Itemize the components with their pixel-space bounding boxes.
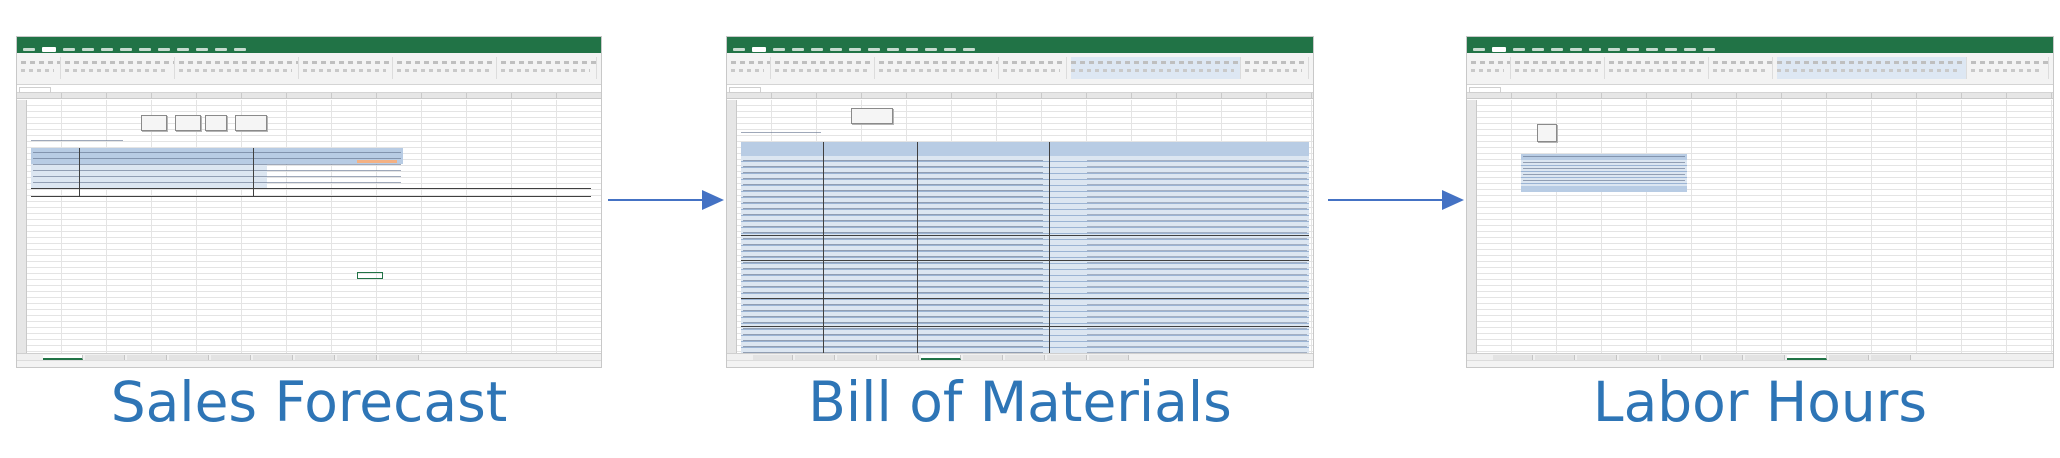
formula-bar bbox=[727, 85, 1313, 93]
sales-forecast-screenshot bbox=[16, 36, 602, 368]
sheet-button bbox=[1537, 124, 1557, 142]
worksheet-grid bbox=[17, 100, 601, 354]
sheet-button bbox=[851, 108, 893, 124]
ribbon-tabs bbox=[727, 46, 1313, 53]
sheet-button bbox=[141, 115, 167, 131]
excel-title-bar bbox=[1467, 37, 2053, 46]
right-arrow-icon bbox=[1328, 190, 1464, 210]
formula-bar bbox=[17, 85, 601, 93]
ribbon bbox=[17, 53, 601, 85]
status-bar bbox=[1467, 360, 2053, 367]
status-bar bbox=[727, 360, 1313, 367]
group-separator bbox=[741, 235, 1309, 236]
sheet-button bbox=[205, 115, 227, 131]
group-separator bbox=[741, 260, 1309, 261]
highlight-cell bbox=[357, 160, 397, 163]
caption-labor-hours: Labor Hours bbox=[1592, 370, 1928, 434]
sheet-button bbox=[175, 115, 201, 131]
table-text bbox=[743, 158, 1043, 354]
table-border bbox=[1049, 142, 1050, 356]
excel-title-bar bbox=[727, 37, 1313, 46]
table-text bbox=[33, 150, 401, 186]
active-cell bbox=[357, 272, 383, 279]
table-border bbox=[917, 142, 918, 356]
formula-bar bbox=[1467, 85, 2053, 93]
table-border bbox=[31, 188, 591, 189]
excel-title-bar bbox=[17, 37, 601, 46]
table-border bbox=[253, 148, 254, 196]
table-values bbox=[1087, 158, 1307, 354]
column-headers bbox=[17, 93, 601, 99]
labor-hours-screenshot bbox=[1466, 36, 2054, 368]
sheet-button bbox=[235, 115, 267, 131]
ribbon bbox=[727, 53, 1313, 85]
sheet-tabs bbox=[1467, 353, 2053, 360]
status-bar bbox=[17, 360, 601, 367]
ribbon bbox=[1467, 53, 2053, 85]
sheet-heading bbox=[741, 130, 821, 136]
table-border bbox=[823, 142, 824, 356]
group-separator bbox=[741, 298, 1309, 299]
caption-bill-of-materials: Bill of Materials bbox=[808, 370, 1232, 434]
sheet-tabs bbox=[727, 353, 1313, 360]
table-border bbox=[31, 196, 591, 197]
table-header bbox=[741, 142, 1309, 156]
column-headers bbox=[1467, 93, 2053, 99]
sheet-heading bbox=[31, 138, 123, 144]
worksheet-grid bbox=[727, 100, 1313, 356]
caption-sales-forecast: Sales Forecast bbox=[110, 370, 508, 434]
bill-of-materials-screenshot bbox=[726, 36, 1314, 368]
group-separator bbox=[741, 326, 1309, 327]
ribbon-tabs bbox=[1467, 46, 2053, 53]
table-border bbox=[79, 148, 80, 196]
worksheet-grid bbox=[1467, 100, 2053, 354]
right-arrow-icon bbox=[608, 190, 724, 210]
ribbon-tabs bbox=[17, 46, 601, 53]
column-headers bbox=[727, 93, 1313, 99]
sheet-tabs bbox=[17, 353, 601, 360]
pivot-total bbox=[1521, 186, 1687, 192]
